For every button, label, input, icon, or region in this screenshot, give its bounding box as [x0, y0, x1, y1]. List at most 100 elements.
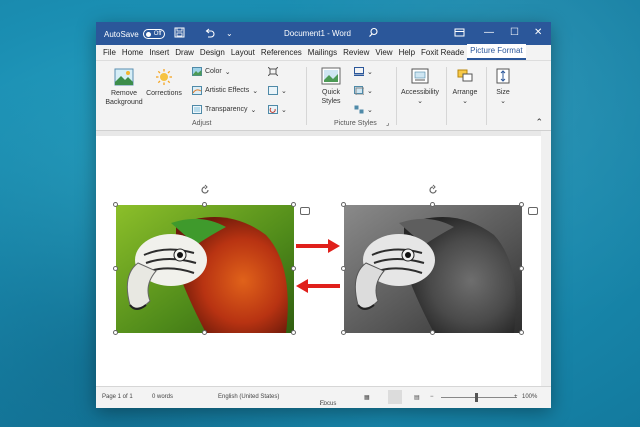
resize-handle[interactable] [341, 330, 346, 335]
tab-design[interactable]: Design [197, 48, 228, 60]
dialog-launcher-icon[interactable]: ⌟ [386, 119, 389, 127]
resize-handle[interactable] [113, 266, 118, 271]
zoom-slider[interactable] [441, 397, 517, 398]
tab-file[interactable]: File [100, 48, 119, 60]
color-button[interactable]: Color ⌄ [192, 67, 231, 76]
tab-layout[interactable]: Layout [228, 48, 258, 60]
close-icon[interactable]: ✕ [534, 27, 542, 38]
color-icon [192, 67, 202, 76]
zoom-slider-thumb[interactable] [475, 393, 478, 402]
accessibility-label: Accessibility [400, 89, 440, 96]
transparency-label: Transparency [205, 106, 248, 113]
page-count[interactable]: Page 1 of 1 [102, 394, 133, 400]
group-separator [396, 67, 397, 125]
accessibility-button[interactable]: Accessibility ⌄ [398, 67, 442, 106]
document-page[interactable] [96, 136, 541, 386]
redo-icon[interactable]: ⌄ [226, 28, 233, 40]
word-window: AutoSave Off ⌄ Document1 - Word — ☐ ✕ Fi… [96, 22, 551, 408]
arrange-button[interactable]: Arrange ⌄ [448, 67, 482, 106]
corrections-icon [156, 69, 172, 85]
color-parrot-image[interactable] [116, 205, 294, 333]
tab-insert[interactable]: Insert [146, 48, 172, 60]
chevron-down-icon: ⌄ [500, 98, 506, 105]
grayscale-parrot-image[interactable] [344, 205, 522, 333]
picture-styles-group-label: Picture Styles [334, 120, 377, 127]
save-icon[interactable] [174, 27, 185, 41]
change-picture-button[interactable]: ⌄ [268, 86, 287, 95]
picture-border-button[interactable]: ⌄ [354, 67, 373, 76]
reset-picture-button[interactable]: ⌄ [268, 105, 287, 114]
vertical-scrollbar[interactable] [541, 131, 551, 386]
resize-handle[interactable] [202, 202, 207, 207]
resize-handle[interactable] [291, 202, 296, 207]
chevron-down-icon: ⌄ [462, 98, 468, 105]
autosave-toggle[interactable]: Off [142, 29, 165, 39]
chevron-down-icon: ⌄ [367, 87, 373, 95]
size-icon [496, 68, 510, 84]
resize-handle[interactable] [519, 266, 524, 271]
chevron-down-icon: ⌄ [367, 106, 373, 114]
layout-options-icon[interactable] [300, 207, 310, 215]
word-count[interactable]: 0 words [152, 394, 173, 400]
resize-handle[interactable] [113, 330, 118, 335]
document-title: Document1 - Word [284, 29, 351, 38]
resize-handle[interactable] [430, 202, 435, 207]
picture-layout-icon [354, 105, 364, 114]
resize-handle[interactable] [341, 202, 346, 207]
group-separator [306, 67, 307, 125]
print-layout-icon[interactable] [388, 390, 402, 404]
quick-styles-button[interactable]: Quick Styles [314, 67, 348, 106]
resize-handle[interactable] [341, 266, 346, 271]
resize-handle[interactable] [519, 330, 524, 335]
resize-handle[interactable] [430, 330, 435, 335]
rotate-handle-icon[interactable] [427, 184, 439, 196]
size-button[interactable]: Size ⌄ [490, 67, 516, 106]
adjust-group-label: Adjust [192, 120, 212, 127]
chevron-down-icon: ⌄ [281, 87, 287, 95]
zoom-in-icon[interactable]: + [514, 394, 518, 400]
ribbon-tabs: File Home Insert Draw Design Layout Refe… [96, 44, 551, 61]
resize-handle[interactable] [291, 330, 296, 335]
zoom-out-icon[interactable]: − [430, 394, 434, 400]
resize-handle[interactable] [113, 202, 118, 207]
tab-mailings[interactable]: Mailings [305, 48, 340, 60]
language-indicator[interactable]: English (United States) [218, 394, 279, 400]
picture-effects-button[interactable]: ⌄ [354, 86, 373, 95]
remove-background-button[interactable]: Remove Background [102, 68, 146, 107]
collapse-ribbon-icon[interactable]: ⌃ [535, 117, 543, 128]
web-layout-icon[interactable]: ▤ [414, 394, 420, 401]
tab-references[interactable]: References [258, 48, 305, 60]
tab-review[interactable]: Review [340, 48, 372, 60]
alt-text-icon [411, 68, 429, 84]
remove-background-icon [114, 68, 134, 86]
maximize-icon[interactable]: ☐ [510, 27, 519, 38]
transparency-button[interactable]: Transparency ⌄ [192, 105, 256, 114]
resize-handle[interactable] [519, 202, 524, 207]
compress-pictures-button[interactable] [268, 67, 278, 76]
rotate-handle-icon[interactable] [199, 184, 211, 196]
tab-foxit-reader[interactable]: Foxit Reade [418, 48, 467, 60]
title-bar: AutoSave Off ⌄ Document1 - Word — ☐ ✕ [96, 22, 551, 45]
resize-handle[interactable] [202, 330, 207, 335]
picture-border-icon [354, 67, 364, 76]
layout-options-icon[interactable] [528, 207, 538, 215]
minimize-icon[interactable]: — [484, 27, 494, 38]
artistic-effects-button[interactable]: Artistic Effects ⌄ [192, 86, 258, 95]
reset-picture-icon [268, 105, 278, 114]
read-mode-icon[interactable]: ▦ [364, 394, 370, 401]
arrange-icon [457, 69, 473, 82]
zoom-level[interactable]: 100% [522, 394, 537, 400]
picture-layout-button[interactable]: ⌄ [354, 105, 373, 114]
tab-picture-format[interactable]: Picture Format [467, 44, 526, 60]
undo-icon[interactable] [204, 27, 215, 41]
search-icon[interactable] [368, 27, 379, 41]
autosave-control[interactable]: AutoSave Off [104, 29, 165, 39]
tab-home[interactable]: Home [119, 48, 146, 60]
tab-help[interactable]: Help [396, 48, 418, 60]
tab-draw[interactable]: Draw [172, 48, 197, 60]
corrections-button[interactable]: Corrections [144, 68, 184, 98]
chevron-down-icon: ⌄ [417, 98, 423, 105]
ribbon-display-icon[interactable] [454, 27, 465, 41]
chevron-down-icon: ⌄ [250, 106, 257, 114]
tab-view[interactable]: View [372, 48, 395, 60]
